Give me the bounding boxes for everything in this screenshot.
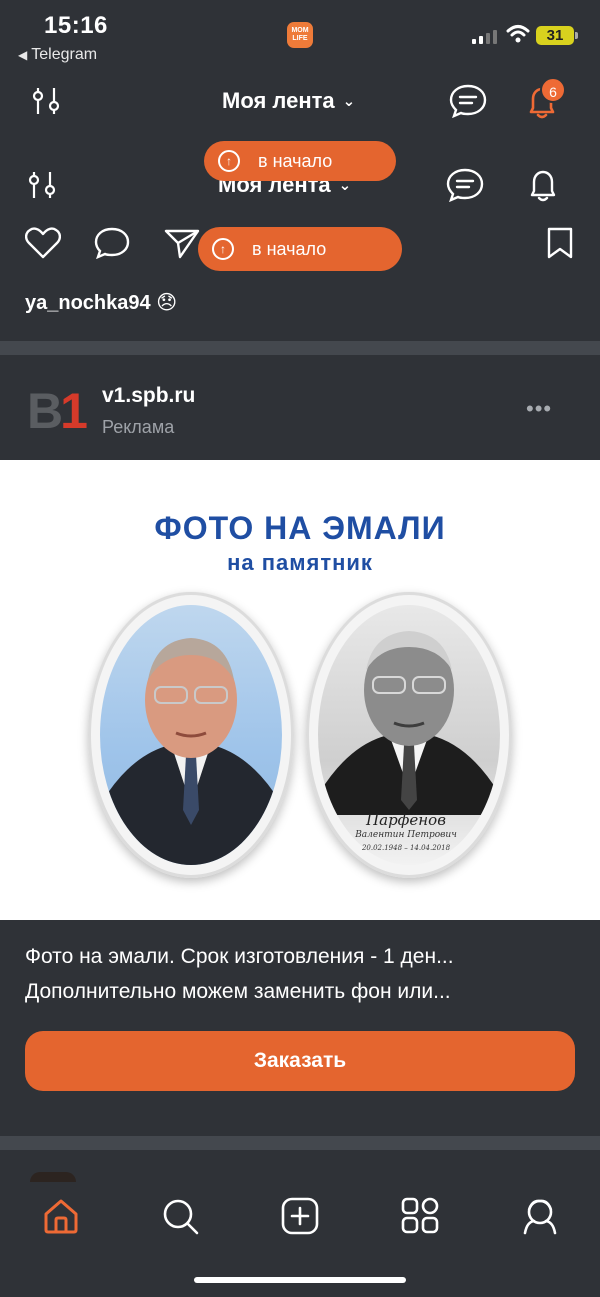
arrow-up-icon: ↑ xyxy=(218,150,240,172)
search-icon[interactable] xyxy=(160,1196,200,1236)
ad-label: Реклама xyxy=(102,417,175,437)
battery-indicator: 31 xyxy=(536,26,574,45)
home-indicator[interactable] xyxy=(194,1277,406,1283)
more-options-icon[interactable]: ••• xyxy=(526,396,552,422)
advertiser-logo[interactable]: B1 xyxy=(27,385,89,437)
scroll-to-top-label: в начало xyxy=(252,238,327,259)
sliders-icon[interactable] xyxy=(26,170,60,200)
add-icon[interactable] xyxy=(280,1196,320,1236)
battery-cap xyxy=(575,32,578,39)
order-button[interactable]: Заказать xyxy=(25,1031,575,1091)
profile-icon[interactable] xyxy=(520,1196,560,1236)
plaque-dates: 20.02.1948 – 14.04.2018 xyxy=(361,844,451,852)
arrow-up-icon: ↑ xyxy=(212,238,234,260)
cellular-signal-icon xyxy=(472,30,497,44)
post-author[interactable]: ya_nochka94 😞 xyxy=(25,290,177,315)
username: ya_nochka94 xyxy=(25,292,151,314)
section-divider xyxy=(0,1136,600,1150)
section-divider xyxy=(0,341,600,355)
ad-description-line-2: Дополнительно можем заменить фон или... xyxy=(25,980,451,1003)
status-time: 15:16 xyxy=(44,12,108,39)
bell-icon[interactable] xyxy=(526,167,560,203)
feed-title: Моя лента xyxy=(222,88,335,113)
banner-subtitle: на памятник xyxy=(227,550,373,575)
bookmark-icon[interactable] xyxy=(545,226,575,260)
sliders-icon[interactable] xyxy=(30,86,64,116)
app-logo-icon: MOM LIFE xyxy=(287,22,313,48)
back-triangle-icon: ◀ xyxy=(18,48,28,62)
scroll-to-top-button[interactable]: ↑ в начало xyxy=(198,227,402,271)
banner-title: ФОТО НА ЭМАЛИ xyxy=(154,510,446,546)
plaque-patronymic: Валентин Петрович xyxy=(355,830,457,840)
back-to-app-link[interactable]: ◀ Telegram xyxy=(18,46,97,64)
scroll-to-top-button[interactable]: ↑ в начало xyxy=(204,141,396,181)
advertiser-domain[interactable]: v1.spb.ru xyxy=(102,384,195,408)
wifi-icon xyxy=(506,25,530,43)
scroll-to-top-label: в начало xyxy=(258,150,333,171)
next-post-avatar-peek xyxy=(30,1172,76,1182)
apps-icon[interactable] xyxy=(400,1196,440,1236)
back-app-label: Telegram xyxy=(31,46,98,63)
chevron-down-icon: ⌄ xyxy=(342,93,356,110)
feed-selector[interactable]: Моя лента ⌄ xyxy=(222,88,355,114)
sad-emoji: 😞 xyxy=(156,292,178,314)
notifications-badge: 6 xyxy=(540,77,566,103)
color-portrait xyxy=(100,605,282,865)
ad-description-line-1: Фото на эмали. Срок изготовления - 1 ден… xyxy=(25,945,454,968)
chat-icon[interactable] xyxy=(449,84,487,118)
send-icon[interactable] xyxy=(164,227,200,259)
plaque-surname: Парфёнов xyxy=(366,811,446,829)
home-icon[interactable] xyxy=(41,1196,81,1236)
heart-icon[interactable] xyxy=(25,227,61,259)
comment-icon[interactable] xyxy=(94,227,130,259)
chat-icon[interactable] xyxy=(446,168,484,202)
